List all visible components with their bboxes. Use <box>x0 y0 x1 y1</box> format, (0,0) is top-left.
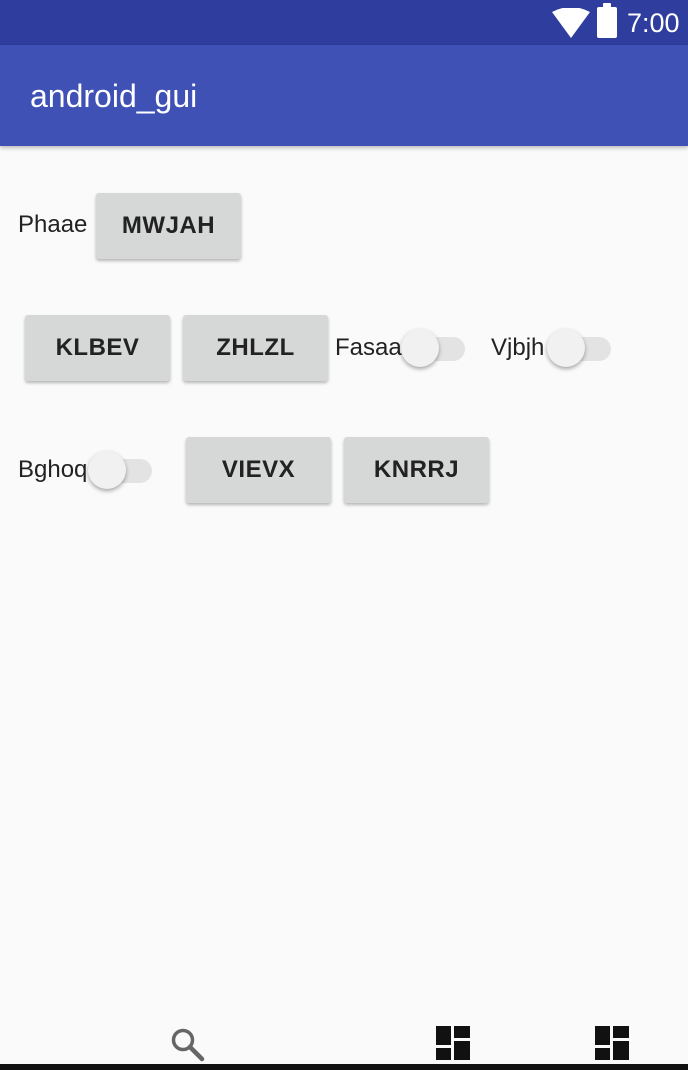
bghoq-label: Bghoq <box>18 456 88 483</box>
fasaa-switch[interactable] <box>401 328 467 368</box>
zhlzl-button[interactable]: ZHLZL <box>183 315 328 381</box>
bottom-edge <box>0 1064 688 1070</box>
dashboard-icon[interactable] <box>595 1026 629 1060</box>
klbev-button[interactable]: KLBEV <box>25 315 170 381</box>
switch-thumb <box>547 329 585 367</box>
switch-thumb <box>401 329 439 367</box>
status-time: 7:00 <box>627 8 680 38</box>
phaae-label: Phaae <box>18 211 88 238</box>
wifi-icon <box>552 8 590 38</box>
fasaa-label: Fasaa <box>335 334 402 361</box>
vjbjh-label: Vjbjh <box>491 334 545 361</box>
knrrj-button[interactable]: KNRRJ <box>344 437 489 503</box>
mwjah-button[interactable]: MWJAH <box>96 193 241 259</box>
status-bar: 7:00 <box>0 0 688 45</box>
battery-icon <box>597 3 617 38</box>
dashboard-icon[interactable] <box>436 1026 470 1060</box>
bghoq-switch[interactable] <box>88 450 154 490</box>
vjbjh-switch[interactable] <box>547 328 613 368</box>
bottom-nav <box>0 1010 688 1070</box>
app-bar: android_gui <box>0 45 688 146</box>
app-title: android_gui <box>30 78 198 114</box>
vievx-button[interactable]: VIEVX <box>186 437 331 503</box>
switch-thumb <box>88 451 126 489</box>
search-icon[interactable] <box>170 1027 206 1063</box>
